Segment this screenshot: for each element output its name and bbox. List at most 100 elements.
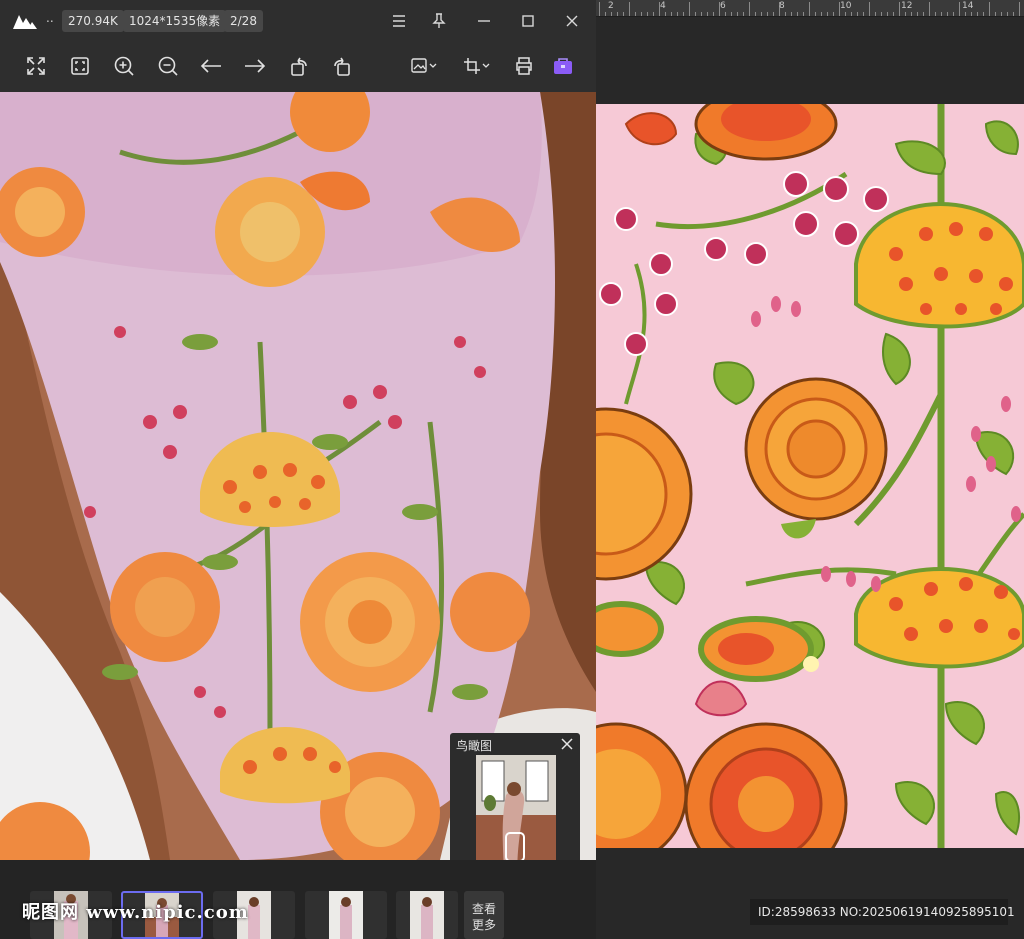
rotate-right-button[interactable] bbox=[327, 51, 357, 81]
image-viewer-window: .. 270.94K 1024*1535像素 2/28 鸟瞰图 查看 更多 昵图… bbox=[0, 0, 596, 939]
previous-button[interactable] bbox=[196, 51, 226, 81]
ruler-tick bbox=[605, 12, 606, 16]
view-more-button[interactable]: 查看 更多 bbox=[464, 891, 504, 939]
page-index-badge: 2/28 bbox=[224, 10, 263, 32]
view-more-label-line1: 查看 bbox=[471, 902, 496, 916]
rotate-left-button[interactable] bbox=[284, 51, 314, 81]
thumbnail-item[interactable] bbox=[305, 891, 387, 939]
viewer-toolbar bbox=[0, 42, 596, 92]
ruler-tick bbox=[929, 2, 930, 16]
ruler-tick bbox=[749, 2, 750, 16]
ruler-number: 6 bbox=[720, 1, 726, 11]
ruler-tick bbox=[989, 2, 990, 16]
ruler-tick bbox=[911, 12, 912, 16]
original-size-button[interactable] bbox=[65, 51, 95, 81]
ruler-tick bbox=[719, 2, 720, 16]
ruler-tick bbox=[1007, 12, 1008, 16]
ruler-tick bbox=[785, 12, 786, 16]
birdseye-viewport-frame[interactable] bbox=[505, 832, 525, 862]
file-size-badge: 270.94K bbox=[62, 10, 124, 32]
ruler-tick bbox=[857, 12, 858, 16]
ruler-tick bbox=[647, 12, 648, 16]
horizontal-ruler: 2 4 6 10 12 14 8 bbox=[596, 0, 1024, 17]
image-options-dropdown[interactable] bbox=[408, 51, 442, 81]
ruler-tick bbox=[815, 12, 816, 16]
maximize-button[interactable] bbox=[516, 9, 540, 33]
ruler-tick bbox=[671, 12, 672, 16]
ruler-tick bbox=[791, 12, 792, 16]
thumbnail-image bbox=[410, 891, 444, 939]
ruler-tick bbox=[683, 12, 684, 16]
maximize-icon bbox=[522, 15, 534, 27]
ruler-tick bbox=[833, 12, 834, 16]
fit-screen-icon bbox=[27, 57, 45, 75]
fit-screen-button[interactable] bbox=[21, 51, 51, 81]
original-size-icon bbox=[71, 57, 89, 75]
screen: 2 4 6 10 12 14 8 ID:28598633 NO:20250619… bbox=[0, 0, 1024, 939]
ruler-tick bbox=[611, 12, 612, 16]
ruler-tick bbox=[827, 12, 828, 16]
ruler-tick bbox=[1013, 12, 1014, 16]
close-button[interactable] bbox=[560, 9, 584, 33]
ruler-tick bbox=[641, 12, 642, 16]
ruler-tick bbox=[845, 12, 846, 16]
menu-icon bbox=[393, 15, 405, 27]
ruler-tick bbox=[707, 12, 708, 16]
ruler-tick bbox=[761, 12, 762, 16]
ruler-tick bbox=[599, 2, 600, 16]
ruler-tick bbox=[875, 12, 876, 16]
app-logo-icon bbox=[13, 15, 37, 29]
ruler-tick bbox=[1019, 2, 1020, 16]
ruler-tick bbox=[809, 2, 810, 16]
minimize-button[interactable] bbox=[472, 9, 496, 33]
zoom-in-icon bbox=[114, 56, 134, 76]
menu-button[interactable] bbox=[387, 9, 411, 33]
ruler-number: 4 bbox=[660, 1, 666, 11]
zoom-in-button[interactable] bbox=[109, 51, 139, 81]
image-options-icon bbox=[411, 58, 437, 73]
zoom-out-button[interactable] bbox=[153, 51, 183, 81]
ruler-tick bbox=[803, 12, 804, 16]
ruler-tick bbox=[893, 12, 894, 16]
ruler-tick bbox=[953, 12, 954, 16]
print-icon bbox=[516, 57, 532, 75]
thumbnail-item[interactable] bbox=[396, 891, 458, 939]
ruler-tick bbox=[899, 2, 900, 16]
crop-dropdown[interactable] bbox=[461, 51, 495, 81]
ruler-tick bbox=[767, 12, 768, 16]
ruler-tick bbox=[677, 12, 678, 16]
minimize-icon bbox=[478, 20, 490, 22]
ruler-tick bbox=[755, 12, 756, 16]
title-bar[interactable]: .. 270.94K 1024*1535像素 2/28 bbox=[0, 0, 596, 42]
rotate-left-icon bbox=[291, 57, 307, 76]
ruler-tick bbox=[737, 12, 738, 16]
birdseye-close-icon[interactable] bbox=[560, 737, 574, 751]
rotate-right-icon bbox=[334, 57, 350, 76]
ruler-number: 8 bbox=[779, 1, 785, 11]
print-button[interactable] bbox=[509, 51, 539, 81]
ruler-tick bbox=[797, 12, 798, 16]
thumbnail-image bbox=[329, 891, 363, 939]
ruler-tick bbox=[731, 12, 732, 16]
ruler-tick bbox=[725, 12, 726, 16]
floral-pattern-canvas[interactable] bbox=[596, 104, 1024, 848]
ruler-tick bbox=[653, 12, 654, 16]
view-more-label-line2: 更多 bbox=[471, 918, 496, 932]
next-button[interactable] bbox=[240, 51, 270, 81]
toolbox-button[interactable] bbox=[548, 51, 578, 81]
ruler-tick bbox=[851, 12, 852, 16]
ruler-tick bbox=[977, 12, 978, 16]
toolbox-icon bbox=[554, 58, 572, 74]
ruler-tick bbox=[1001, 12, 1002, 16]
editor-workspace: 2 4 6 10 12 14 8 bbox=[596, 0, 1024, 939]
pin-icon bbox=[432, 13, 446, 28]
ruler-tick bbox=[935, 12, 936, 16]
ruler-tick bbox=[995, 12, 996, 16]
ruler-tick bbox=[689, 2, 690, 16]
ruler-tick bbox=[617, 12, 618, 16]
dimensions-badge: 1024*1535像素 bbox=[123, 10, 227, 32]
zoom-out-icon bbox=[158, 56, 178, 76]
ruler-tick bbox=[941, 12, 942, 16]
pin-button[interactable] bbox=[427, 9, 451, 33]
ruler-tick bbox=[971, 12, 972, 16]
